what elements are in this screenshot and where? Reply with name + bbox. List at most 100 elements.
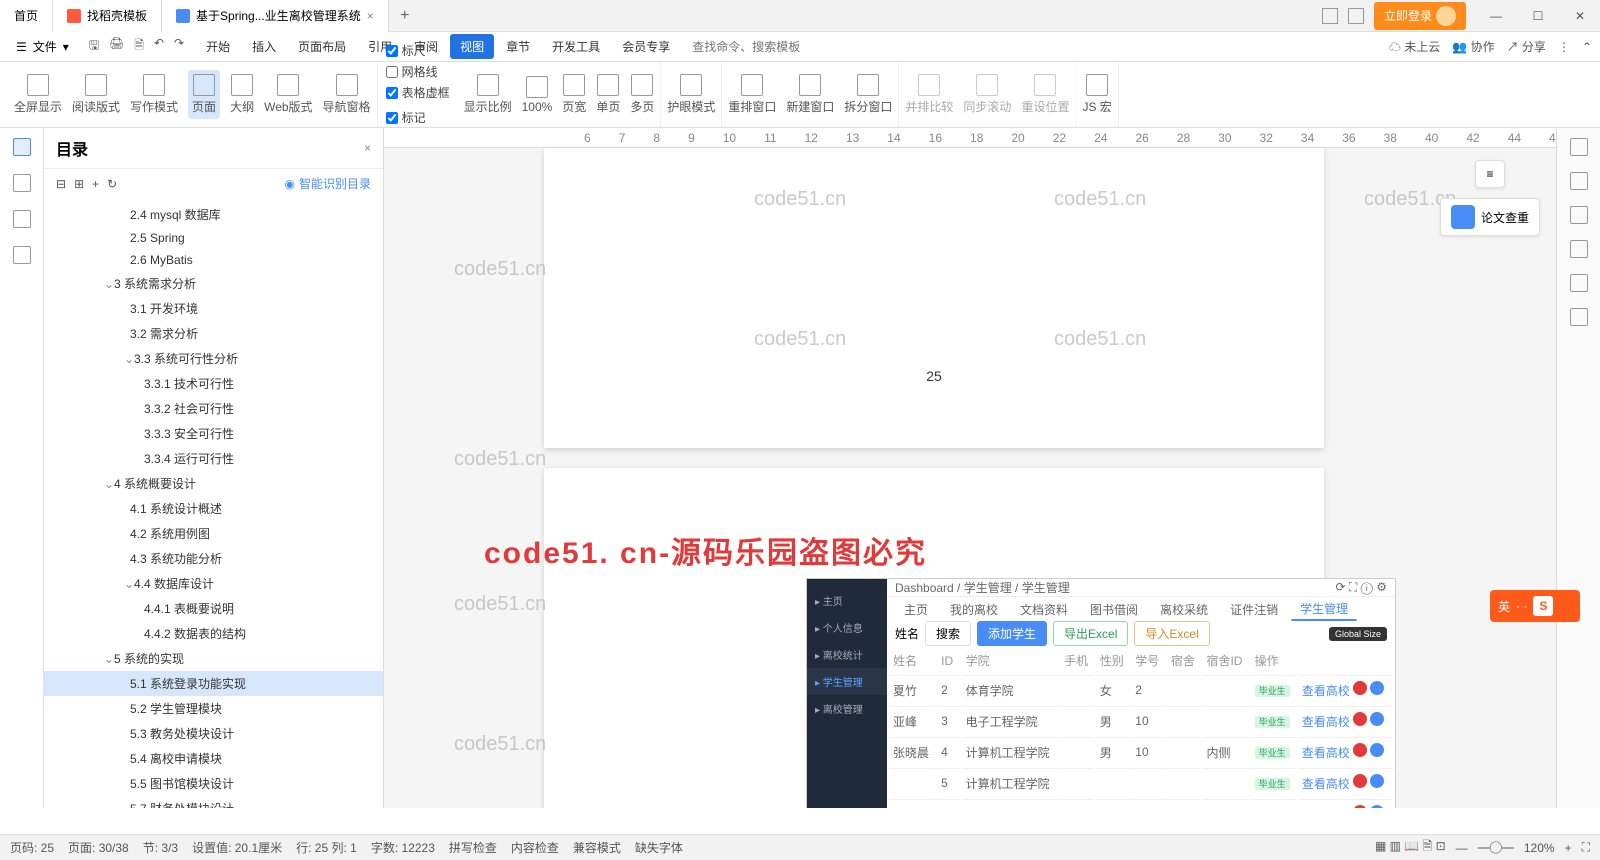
- etab-我的离校[interactable]: 我的离校: [941, 598, 1007, 621]
- toc-item[interactable]: 4.2 系统用例图: [44, 521, 383, 546]
- toc-item[interactable]: 4.1 系统设计概述: [44, 496, 383, 521]
- toc-close-icon[interactable]: ×: [364, 141, 371, 155]
- check-标尺[interactable]: 标尺: [386, 42, 450, 59]
- file-menu[interactable]: ☰ 文件 ▾: [8, 36, 77, 57]
- table-row[interactable]: 王冉6计算机应用学院毕业生查看高校: [889, 799, 1393, 808]
- ribbon-重设位置[interactable]: 重设位置: [1021, 74, 1069, 115]
- ribbon-护眼模式[interactable]: 护眼模式: [667, 74, 715, 115]
- status-页面: 30/38[interactable]: 页面: 30/38: [68, 839, 129, 856]
- ribbon-新建窗口[interactable]: 新建窗口: [786, 74, 834, 115]
- apps-icon[interactable]: [1348, 8, 1364, 24]
- document-area[interactable]: 6789101112131416182022242628303234363840…: [384, 128, 1556, 808]
- toc-item[interactable]: 4.4.2 数据表的结构: [44, 621, 383, 646]
- toc-item[interactable]: ⌄4 系统概要设计: [44, 471, 383, 496]
- add-icon[interactable]: +: [92, 177, 99, 191]
- toc-item[interactable]: 5.3 教务处模块设计: [44, 721, 383, 746]
- ribbon-显示比例[interactable]: 显示比例: [464, 74, 512, 115]
- side-主页[interactable]: ▸ 主页: [807, 587, 887, 614]
- toc-item[interactable]: 3.3.3 安全可行性: [44, 421, 383, 446]
- status-内容检查[interactable]: 内容检查: [511, 839, 559, 856]
- status-行: 25 列: 1[interactable]: 行: 25 列: 1: [296, 839, 357, 856]
- login-button[interactable]: 立即登录: [1374, 2, 1466, 30]
- undo-icon[interactable]: ↶: [154, 36, 164, 57]
- toc-item[interactable]: 3.3.1 技术可行性: [44, 371, 383, 396]
- toc-item[interactable]: 5.7 财务处模块设计: [44, 796, 383, 808]
- menu-tab-0[interactable]: 开始: [196, 34, 240, 59]
- collapse-all-icon[interactable]: ⊟: [56, 177, 66, 191]
- menu-tab-2[interactable]: 页面布局: [288, 34, 356, 59]
- save-icon[interactable]: 🖫: [89, 36, 99, 57]
- etab-学生管理[interactable]: 学生管理: [1291, 597, 1357, 621]
- chat-icon[interactable]: [1570, 240, 1588, 258]
- etab-证件注销[interactable]: 证件注销: [1221, 598, 1287, 621]
- search-input[interactable]: [692, 40, 892, 54]
- status-页码: 25[interactable]: 页码: 25: [10, 839, 54, 856]
- location-icon[interactable]: [1570, 274, 1588, 292]
- fullscreen-icon[interactable]: ⛶: [1582, 840, 1590, 855]
- reader-icon[interactable]: [1570, 308, 1588, 326]
- toc-item[interactable]: 5.5 图书馆模块设计: [44, 771, 383, 796]
- toc-item[interactable]: 3.3.2 社会可行性: [44, 396, 383, 421]
- more-icon[interactable]: ⋮: [1558, 40, 1570, 54]
- table-row[interactable]: 5计算机工程学院毕业生查看高校: [889, 768, 1393, 797]
- bookmark-icon[interactable]: [13, 210, 31, 228]
- select-icon[interactable]: [1570, 172, 1588, 190]
- zoom-in-icon[interactable]: +: [1565, 841, 1572, 855]
- toc-item[interactable]: 5.1 系统登录功能实现: [44, 671, 383, 696]
- toc-item[interactable]: ⌄5 系统的实现: [44, 646, 383, 671]
- toc-item[interactable]: 3.3.4 运行可行性: [44, 446, 383, 471]
- toc-item[interactable]: 4.4.1 表概要说明: [44, 596, 383, 621]
- search-button[interactable]: 搜索: [925, 621, 971, 646]
- tab-document[interactable]: 基于Spring...业生离校管理系统×: [162, 0, 389, 32]
- toc-item[interactable]: 3.2 需求分析: [44, 321, 383, 346]
- table-row[interactable]: 张晓晨4计算机工程学院男10内侧毕业生查看高校: [889, 737, 1393, 766]
- toc-item[interactable]: 2.4 mysql 数据库: [44, 202, 383, 227]
- side-离校统计[interactable]: ▸ 离校统计: [807, 641, 887, 668]
- tab-template[interactable]: 找稻壳模板: [53, 0, 162, 32]
- ribbon-页宽[interactable]: 页宽: [562, 74, 586, 115]
- paper-check-button[interactable]: 论文查重: [1440, 198, 1540, 236]
- ribbon-100%[interactable]: 100%: [522, 76, 553, 114]
- side-个人信息[interactable]: ▸ 个人信息: [807, 614, 887, 641]
- ribbon-多页[interactable]: 多页: [630, 74, 654, 115]
- ribbon-写作模式[interactable]: 写作模式: [130, 74, 178, 115]
- ribbon-同步滚动[interactable]: 同步滚动: [963, 74, 1011, 115]
- toc-item[interactable]: 2.6 MyBatis: [44, 249, 383, 271]
- import-excel-button[interactable]: 导入Excel: [1134, 621, 1209, 646]
- tab-home[interactable]: 首页: [0, 0, 53, 32]
- status-节: 3/3[interactable]: 节: 3/3: [143, 839, 178, 856]
- etab-图书借阅[interactable]: 图书借阅: [1081, 598, 1147, 621]
- toc-item[interactable]: ⌄4.4 数据库设计: [44, 571, 383, 596]
- toc-item[interactable]: ⌄3 系统需求分析: [44, 271, 383, 296]
- menu-toggle[interactable]: ≡: [1475, 160, 1504, 188]
- close-icon[interactable]: ×: [367, 9, 374, 23]
- minimize-button[interactable]: —: [1476, 0, 1516, 32]
- smart-toc-button[interactable]: ◉ 智能识别目录: [285, 175, 372, 192]
- side-离校管理[interactable]: ▸ 离校管理: [807, 695, 887, 722]
- side-学生管理[interactable]: ▸ 学生管理: [807, 668, 887, 695]
- toc-list[interactable]: 2.4 mysql 数据库2.5 Spring2.6 MyBatis⌄3 系统需…: [44, 198, 383, 808]
- preview-icon[interactable]: 🗎: [134, 36, 144, 57]
- settings-icon[interactable]: [1570, 206, 1588, 224]
- status-字数: 12223[interactable]: 字数: 12223: [371, 839, 435, 856]
- cloud-status[interactable]: ☁ 未上云: [1389, 38, 1440, 55]
- refresh-icon[interactable]: ↻: [107, 177, 117, 191]
- ribbon-重排窗口[interactable]: 重排窗口: [728, 74, 776, 115]
- menu-tab-8[interactable]: 会员专享: [612, 34, 680, 59]
- status-兼容模式[interactable]: 兼容模式: [573, 839, 621, 856]
- ribbon-并排比较[interactable]: 并排比较: [905, 74, 953, 115]
- ribbon-JS 宏[interactable]: JS 宏: [1082, 74, 1111, 115]
- status-拼写检查[interactable]: 拼写检查: [449, 839, 497, 856]
- status-缺失字体[interactable]: 缺失字体: [635, 839, 683, 856]
- zoom-out-icon[interactable]: —: [1456, 841, 1468, 855]
- toc-item[interactable]: 5.4 离校申请模块: [44, 746, 383, 771]
- ribbon-大纲[interactable]: 大纲: [230, 74, 254, 115]
- toc-item[interactable]: 5.2 学生管理模块: [44, 696, 383, 721]
- etab-主页[interactable]: 主页: [895, 598, 937, 621]
- ribbon-单页[interactable]: 单页: [596, 74, 620, 115]
- ribbon-页面[interactable]: 页面: [188, 70, 220, 119]
- layout-icon[interactable]: [1322, 8, 1338, 24]
- close-button[interactable]: ✕: [1560, 0, 1600, 32]
- collapse-icon[interactable]: ⌃: [1582, 40, 1592, 54]
- ribbon-Web版式[interactable]: Web版式: [264, 74, 312, 115]
